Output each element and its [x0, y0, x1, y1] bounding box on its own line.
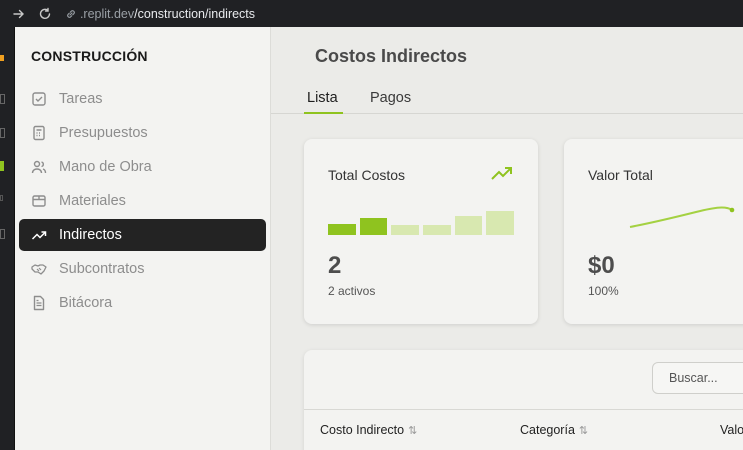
- column-label: Categoría: [520, 423, 575, 437]
- sidebar-item-subcontratos[interactable]: Subcontratos: [19, 253, 266, 285]
- address-bar[interactable]: .replit.dev /construction/indirects: [63, 2, 743, 25]
- reload-button[interactable]: [34, 3, 56, 25]
- main-content: Costos Indirectos Lista Pagos Total Cost…: [271, 27, 743, 450]
- forward-button[interactable]: [8, 3, 30, 25]
- rail-icon[interactable]: [0, 195, 3, 201]
- trending-up-icon: [19, 227, 59, 243]
- arrow-right-icon: [13, 9, 24, 18]
- handshake-icon: [19, 261, 59, 277]
- card-value: $0: [588, 252, 615, 279]
- card-title: Total Costos: [328, 167, 406, 183]
- column-label: Costo Indirecto: [320, 423, 405, 437]
- users-icon: [19, 159, 59, 175]
- sidebar-item-label: Indirectos: [59, 227, 122, 243]
- card-subtext: 100%: [588, 284, 619, 298]
- mini-bar: [454, 216, 483, 235]
- rail-marker: [0, 55, 4, 61]
- tab-bar: Lista Pagos: [271, 83, 743, 114]
- sidebar-item-label: Bitácora: [59, 295, 113, 311]
- trending-up-icon: [490, 165, 514, 188]
- sidebar-nav: Tareas Presupuestos Mano de Obra Materia…: [19, 83, 266, 321]
- sidebar-brand: CONSTRUCCIÓN: [31, 48, 148, 64]
- sort-icon: ⇅: [578, 424, 589, 437]
- card-title: Valor Total: [588, 167, 653, 183]
- mini-bar: [359, 218, 388, 235]
- total-costos-card: Total Costos 2 2 activos: [304, 139, 538, 324]
- column-label: Valo: [720, 423, 743, 437]
- reload-icon: [39, 7, 51, 19]
- document-icon: [19, 295, 59, 311]
- mini-bar: [423, 225, 451, 235]
- sidebar: CONSTRUCCIÓN Tareas Presupuestos Mano de…: [15, 27, 271, 450]
- sidebar-item-bitacora[interactable]: Bitácora: [19, 287, 266, 319]
- mini-bar: [328, 224, 356, 235]
- mini-bar: [391, 225, 420, 235]
- indirects-table: Costo Indirecto ⇅ Categoría ⇅ Valo: [304, 350, 743, 450]
- sidebar-item-presupuestos[interactable]: Presupuestos: [19, 117, 266, 149]
- browser-toolbar: .replit.dev /construction/indirects: [0, 0, 743, 27]
- tab-pagos[interactable]: Pagos: [370, 90, 411, 106]
- page-title: Costos Indirectos: [315, 46, 468, 66]
- sidebar-item-mano-de-obra[interactable]: Mano de Obra: [19, 151, 266, 183]
- tab-lista[interactable]: Lista: [307, 90, 338, 106]
- link-icon: [64, 7, 78, 21]
- card-value: 2: [328, 252, 342, 279]
- search-input[interactable]: [652, 362, 743, 394]
- column-header-costo[interactable]: Costo Indirecto ⇅: [320, 423, 417, 437]
- sidebar-item-indirectos[interactable]: Indirectos: [19, 219, 266, 251]
- sidebar-item-label: Materiales: [59, 193, 126, 209]
- url-path: /construction/indirects: [134, 6, 256, 21]
- sidebar-item-label: Mano de Obra: [59, 159, 152, 175]
- active-tab-indicator: [304, 112, 343, 114]
- sidebar-item-label: Subcontratos: [59, 261, 145, 277]
- sidebar-item-label: Tareas: [59, 91, 103, 107]
- rail-icon[interactable]: [0, 94, 5, 104]
- sidebar-item-label: Presupuestos: [59, 125, 148, 141]
- app-rail: [0, 27, 15, 450]
- box-icon: [19, 193, 59, 209]
- mini-bar: [486, 211, 515, 235]
- sidebar-item-tareas[interactable]: Tareas: [19, 83, 266, 115]
- sort-icon: ⇅: [408, 424, 418, 437]
- rail-icon[interactable]: [0, 128, 5, 138]
- checkbox-icon: [19, 91, 59, 107]
- mini-bar-chart: [328, 209, 515, 235]
- valor-total-card: Valor Total $0 100%: [564, 139, 743, 324]
- rail-icon[interactable]: [0, 161, 4, 171]
- url-domain: .replit.dev: [79, 6, 135, 21]
- sparkline: [629, 206, 735, 228]
- column-header-valor[interactable]: Valo: [720, 423, 743, 437]
- rail-icon[interactable]: [0, 229, 5, 239]
- card-subtext: 2 activos: [328, 284, 376, 298]
- sidebar-item-materiales[interactable]: Materiales: [19, 185, 266, 217]
- table-header: Costo Indirecto ⇅ Categoría ⇅ Valo: [304, 409, 743, 450]
- column-header-categoria[interactable]: Categoría ⇅: [520, 423, 588, 437]
- calculator-icon: [19, 125, 59, 141]
